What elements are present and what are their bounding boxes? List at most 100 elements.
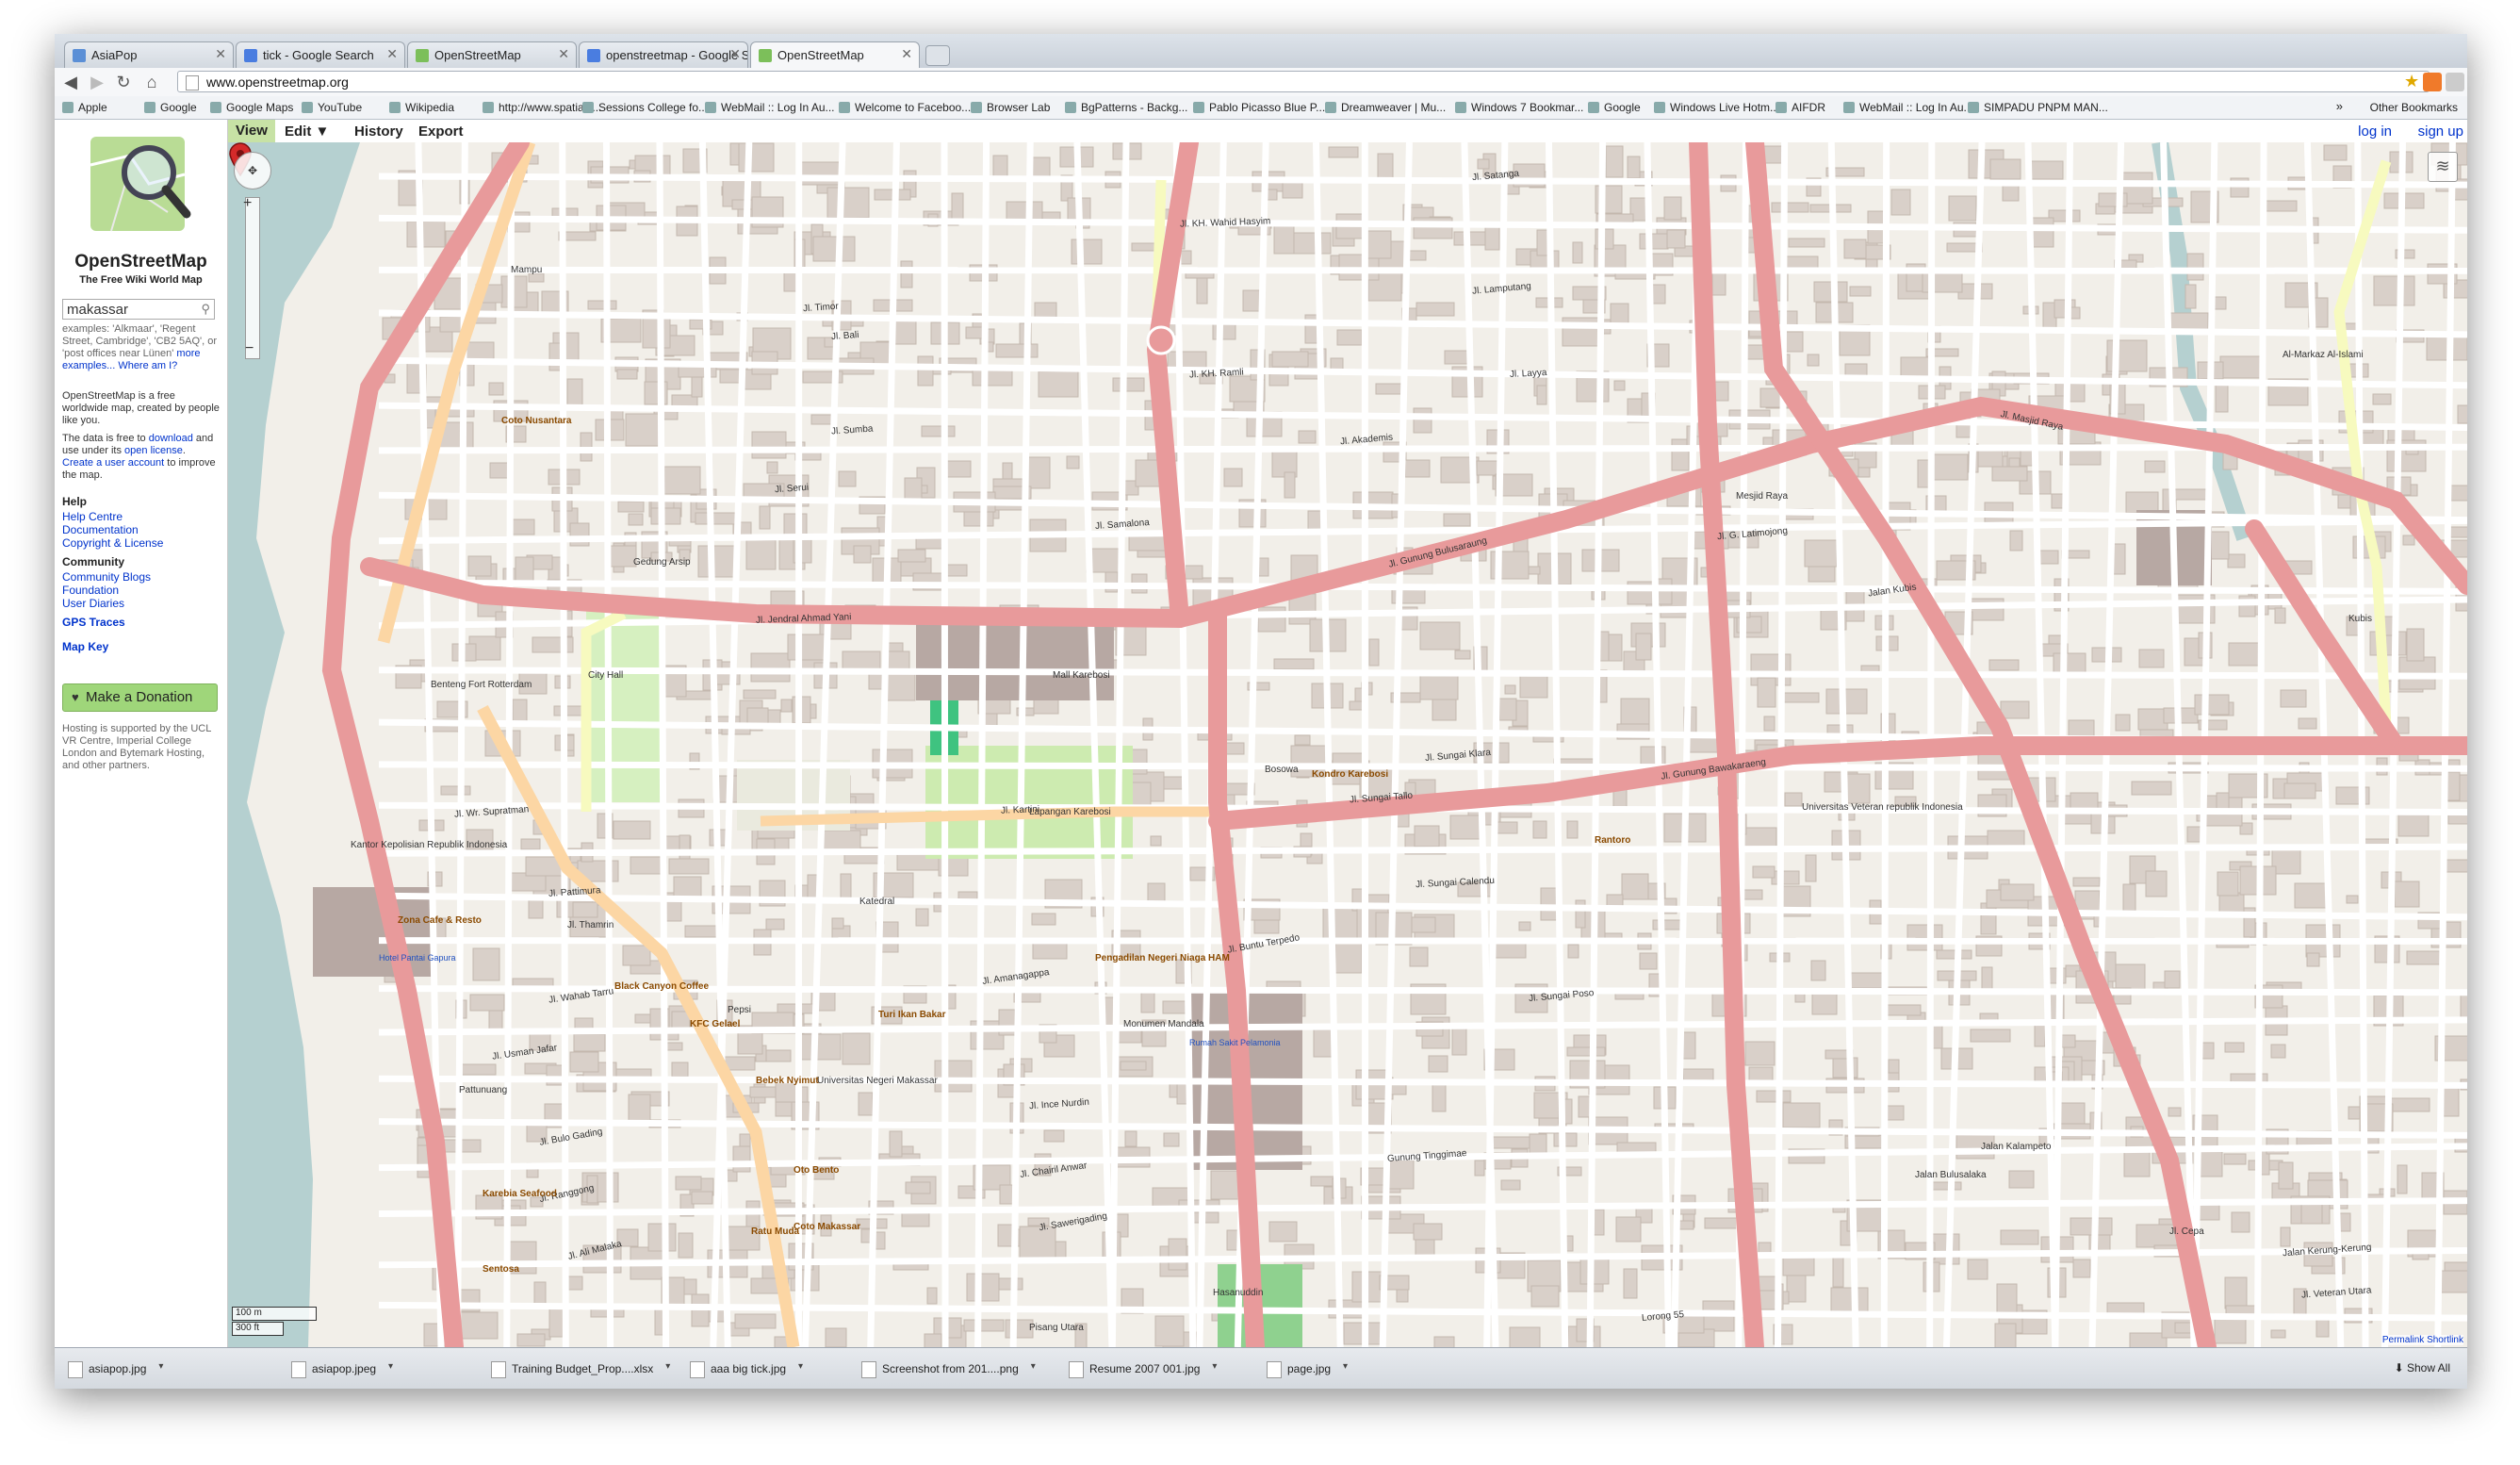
search-input[interactable]: makassar ⚲ (62, 299, 215, 320)
bookmark-item[interactable]: Google Maps (210, 101, 293, 114)
bookmark-favicon-icon (144, 102, 155, 113)
community-blogs-link[interactable]: Community Blogs (62, 570, 151, 584)
help-centre-link[interactable]: Help Centre (62, 510, 123, 523)
chevron-down-icon[interactable]: ▾ (1031, 1361, 1036, 1372)
zoom-in-icon[interactable]: + (243, 195, 252, 212)
home-icon[interactable]: ⌂ (141, 72, 162, 92)
tab-view[interactable]: View (228, 120, 275, 142)
close-tab-icon[interactable]: ✕ (901, 46, 912, 62)
bookmark-item[interactable]: Apple (62, 101, 107, 114)
bookmark-item[interactable]: SIMPADU PNPM MAN... (1968, 101, 2108, 114)
tab-export[interactable]: Export (418, 123, 464, 140)
bookmark-item[interactable]: Windows 7 Bookmar... (1455, 101, 1583, 114)
back-icon[interactable]: ◀ (60, 72, 81, 92)
download-item[interactable]: asiapop.jpg ▾ (62, 1358, 163, 1380)
chevron-down-icon[interactable]: ▾ (1343, 1361, 1348, 1372)
tab-osm-1[interactable]: OpenStreetMap ✕ (407, 41, 577, 68)
open-license-link[interactable]: open license (124, 445, 183, 456)
building (1575, 899, 1586, 929)
login-link[interactable]: log in (2358, 123, 2392, 140)
bookmark-item[interactable]: AIFDR (1775, 101, 1825, 114)
new-tab-button[interactable] (925, 45, 950, 66)
building (1788, 238, 1825, 248)
bookmark-item[interactable]: YouTube (302, 101, 362, 114)
close-tab-icon[interactable]: ✕ (558, 46, 569, 62)
bookmark-star-icon[interactable]: ★ (2404, 72, 2419, 91)
building (697, 545, 740, 578)
zoom-out-icon[interactable]: − (245, 340, 254, 357)
building (1428, 1055, 1448, 1073)
building (1666, 229, 1686, 249)
donate-button[interactable]: ♥ Make a Donation (62, 683, 218, 712)
bookmark-item[interactable]: Sessions College fo... (582, 101, 708, 114)
chevron-down-icon[interactable]: ▾ (388, 1361, 393, 1372)
chevron-down-icon[interactable]: ▾ (665, 1361, 670, 1372)
tab-history[interactable]: History (354, 123, 403, 140)
address-bar[interactable]: www.openstreetmap.org (177, 71, 2430, 92)
download-item[interactable]: Training Budget_Prop....xlsx ▾ (485, 1358, 670, 1380)
close-tab-icon[interactable]: ✕ (386, 46, 398, 62)
place-label: Mesjid Raya (1736, 491, 1789, 502)
copyright-link[interactable]: Copyright & License (62, 536, 163, 550)
close-tab-icon[interactable]: ✕ (215, 46, 226, 62)
bookmark-item[interactable]: Welcome to Faceboo... (839, 101, 971, 114)
tab-google-search[interactable]: tick - Google Search ✕ (236, 41, 405, 68)
search-icon[interactable]: ⚲ (201, 302, 210, 317)
zoom-slider[interactable] (245, 197, 260, 359)
pan-control-icon[interactable]: ✥ (234, 152, 271, 189)
more-bookmarks-icon[interactable]: » (2336, 99, 2343, 113)
where-am-i-link[interactable]: Where am I? (118, 360, 177, 371)
chevron-down-icon[interactable]: ▾ (798, 1361, 803, 1372)
bookmark-item[interactable]: Dreamweaver | Mu... (1325, 101, 1446, 114)
foundation-link[interactable]: Foundation (62, 584, 119, 597)
download-item[interactable]: aaa big tick.jpg ▾ (684, 1358, 803, 1380)
chevron-down-icon[interactable]: ▾ (158, 1361, 163, 1372)
other-bookmarks[interactable]: Other Bookmarks (2370, 101, 2458, 114)
tab-osm-active[interactable]: OpenStreetMap ✕ (750, 41, 920, 69)
tab-asiapop[interactable]: AsiaPop ✕ (64, 41, 234, 68)
building (1071, 239, 1103, 265)
bookmark-item[interactable]: Google (1588, 101, 1641, 114)
download-item[interactable]: Resume 2007 001.jpg ▾ (1063, 1358, 1217, 1380)
bookmark-item[interactable]: Google (144, 101, 197, 114)
close-tab-icon[interactable]: ✕ (729, 46, 741, 62)
download-link[interactable]: download (149, 433, 193, 444)
tab-osm-google[interactable]: openstreetmap - Google S... ✕ (579, 41, 748, 68)
bookmark-item[interactable]: Browser Lab (971, 101, 1050, 114)
user-diaries-link[interactable]: User Diaries (62, 597, 124, 610)
bookmark-item[interactable]: Windows Live Hotm... (1654, 101, 1779, 114)
building (675, 1176, 702, 1191)
building (1994, 1323, 2017, 1347)
documentation-link[interactable]: Documentation (62, 523, 139, 536)
create-account-link[interactable]: Create a user account (62, 457, 164, 469)
download-item[interactable]: Screenshot from 201....png ▾ (856, 1358, 1036, 1380)
bookmark-item[interactable]: WebMail :: Log In Au... (1843, 101, 1973, 114)
layers-icon[interactable]: ≋ (2428, 152, 2458, 182)
chevron-down-icon[interactable]: ▾ (1212, 1361, 1217, 1372)
bookmark-item[interactable]: Wikipedia (389, 101, 454, 114)
building (1805, 854, 1817, 882)
permalink-link[interactable]: Permalink Shortlink (2381, 1335, 2463, 1345)
download-item[interactable]: asiapop.jpeg ▾ (286, 1358, 393, 1380)
show-all-downloads[interactable]: ⬇ Show All (2395, 1361, 2450, 1374)
gps-traces-link[interactable]: GPS Traces (62, 616, 125, 629)
download-item[interactable]: page.jpg ▾ (1261, 1358, 1348, 1380)
map-canvas[interactable]: Jl. Jendral Ahmad Yani Jl. Gunung Bulusar… (228, 142, 2467, 1347)
minor-road (602, 142, 614, 1347)
building (2397, 811, 2430, 837)
forward-icon[interactable]: ▶ (87, 72, 107, 92)
bookmark-item[interactable]: BgPatterns - Backg... (1065, 101, 1187, 114)
building (1168, 1238, 1187, 1271)
building (905, 1181, 931, 1194)
signup-link[interactable]: sign up (2418, 123, 2463, 140)
wrench-menu-icon[interactable] (2446, 73, 2464, 91)
tab-edit[interactable]: Edit ▼ (285, 123, 329, 140)
map-key-link[interactable]: Map Key (62, 640, 108, 653)
building (1310, 1176, 1335, 1187)
reload-icon[interactable]: ↻ (113, 72, 134, 92)
bookmark-favicon-icon (1775, 102, 1787, 113)
building (1242, 289, 1262, 312)
extension-icon[interactable] (2423, 73, 2442, 91)
bookmark-item[interactable]: WebMail :: Log In Au... (705, 101, 835, 114)
bookmark-item[interactable]: Pablo Picasso Blue P... (1193, 101, 1325, 114)
